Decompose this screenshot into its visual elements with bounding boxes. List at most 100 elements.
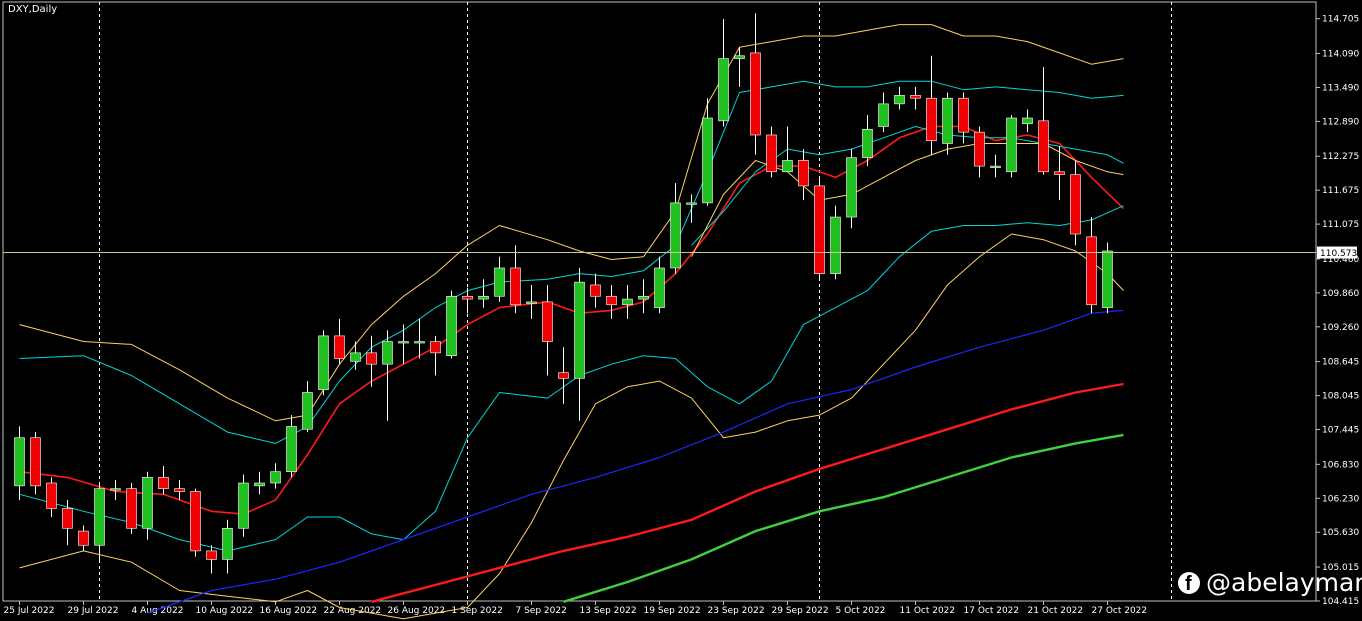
candle-body [14,437,25,487]
candle [238,474,249,537]
candle [942,92,953,155]
x-tick-label: 26 Aug 2022 [388,606,446,616]
candle-body [718,58,729,122]
indicator-line [371,382,1124,603]
candle-body [990,165,1001,168]
candle [558,347,569,404]
candle-body [430,341,441,354]
candle-body [414,341,425,344]
candle [830,205,841,280]
candle [1006,115,1017,178]
current-price-label: 110.573 [1320,249,1357,259]
candle-body [974,131,985,167]
candle [590,273,601,308]
candle-body [734,55,745,59]
candle-body [654,267,665,308]
candle [1086,217,1097,314]
candle [110,480,121,500]
candle-body [766,134,777,173]
candle [990,154,1001,178]
y-tick-label: 106.230 [1322,494,1359,504]
y-tick-label: 109.260 [1322,323,1359,333]
candle [158,466,169,495]
candle-body [510,267,521,306]
y-tick-label: 114.090 [1322,49,1359,59]
y-tick-label: 108.045 [1322,392,1359,402]
x-tick-label: 27 Oct 2022 [1092,606,1148,616]
candle [526,284,537,319]
candle-body [398,341,409,344]
indicator-line [563,433,1124,603]
candle [1038,67,1049,175]
y-tick-label: 111.675 [1322,186,1359,196]
candle-body [670,202,681,269]
candle-body [254,482,265,487]
candle [510,245,521,314]
candle [926,55,937,155]
x-tick-label: 1 Sep 2022 [452,606,503,616]
candle-body [462,295,473,300]
facebook-icon: f [1178,571,1200,595]
candle-body [638,295,649,300]
candle-body [270,471,281,484]
candle-body [958,97,969,133]
x-tick-label: 7 Sep 2022 [516,606,567,616]
candle-body [222,527,233,560]
candle [494,256,505,302]
candle [14,426,25,500]
candle-body [494,267,505,297]
candle-body [846,157,857,218]
x-tick-label: 13 Sep 2022 [580,606,637,616]
candle [270,463,281,489]
candle-body [814,185,825,274]
candle-body [942,97,953,144]
y-tick-label: 106.830 [1322,460,1359,470]
candle [846,149,857,229]
y-tick-label: 112.275 [1322,152,1359,162]
candle [798,149,809,201]
candle-body [302,392,313,430]
y-tick-label: 111.075 [1322,220,1359,230]
x-tick-label: 25 Jul 2022 [4,606,55,616]
candle [174,480,185,500]
candle-body [446,295,457,356]
candle [1022,109,1033,133]
candle [878,92,889,133]
candle [1102,242,1113,314]
candle [462,287,473,314]
candle [638,279,649,314]
candle [334,318,345,365]
candle-body [1006,117,1017,173]
candle-body [686,202,697,205]
candle-body [382,341,393,365]
candle [718,18,729,127]
indicator-line [691,143,1124,257]
candle-body [238,482,249,529]
candle-body [590,284,601,297]
candle [974,126,985,178]
candle [606,284,617,319]
candle [286,415,297,478]
candle [430,335,441,376]
candle [1070,160,1081,246]
x-tick-label: 29 Jul 2022 [68,606,119,616]
candle-body [94,488,105,546]
candle-body [350,352,361,362]
watermark: f @abelayman [1178,568,1362,597]
candle [30,432,41,495]
symbol-label: DXY,Daily [8,4,58,15]
candle [414,318,425,359]
price-chart[interactable]: 114.705 114.090 113.490 112.890 112.275 111.6… [0,0,1362,621]
candle-body [126,488,137,529]
y-tick-label: 113.490 [1322,83,1359,93]
x-tick-label: 4 Aug 2022 [132,606,184,616]
candle-body [334,335,345,359]
candle [46,477,57,517]
candle-body [798,160,809,187]
candle-body [926,97,937,141]
candle-body [158,477,169,489]
candle-body [862,129,873,158]
candle [750,13,761,155]
candle [94,483,105,563]
candle-body [190,491,201,552]
